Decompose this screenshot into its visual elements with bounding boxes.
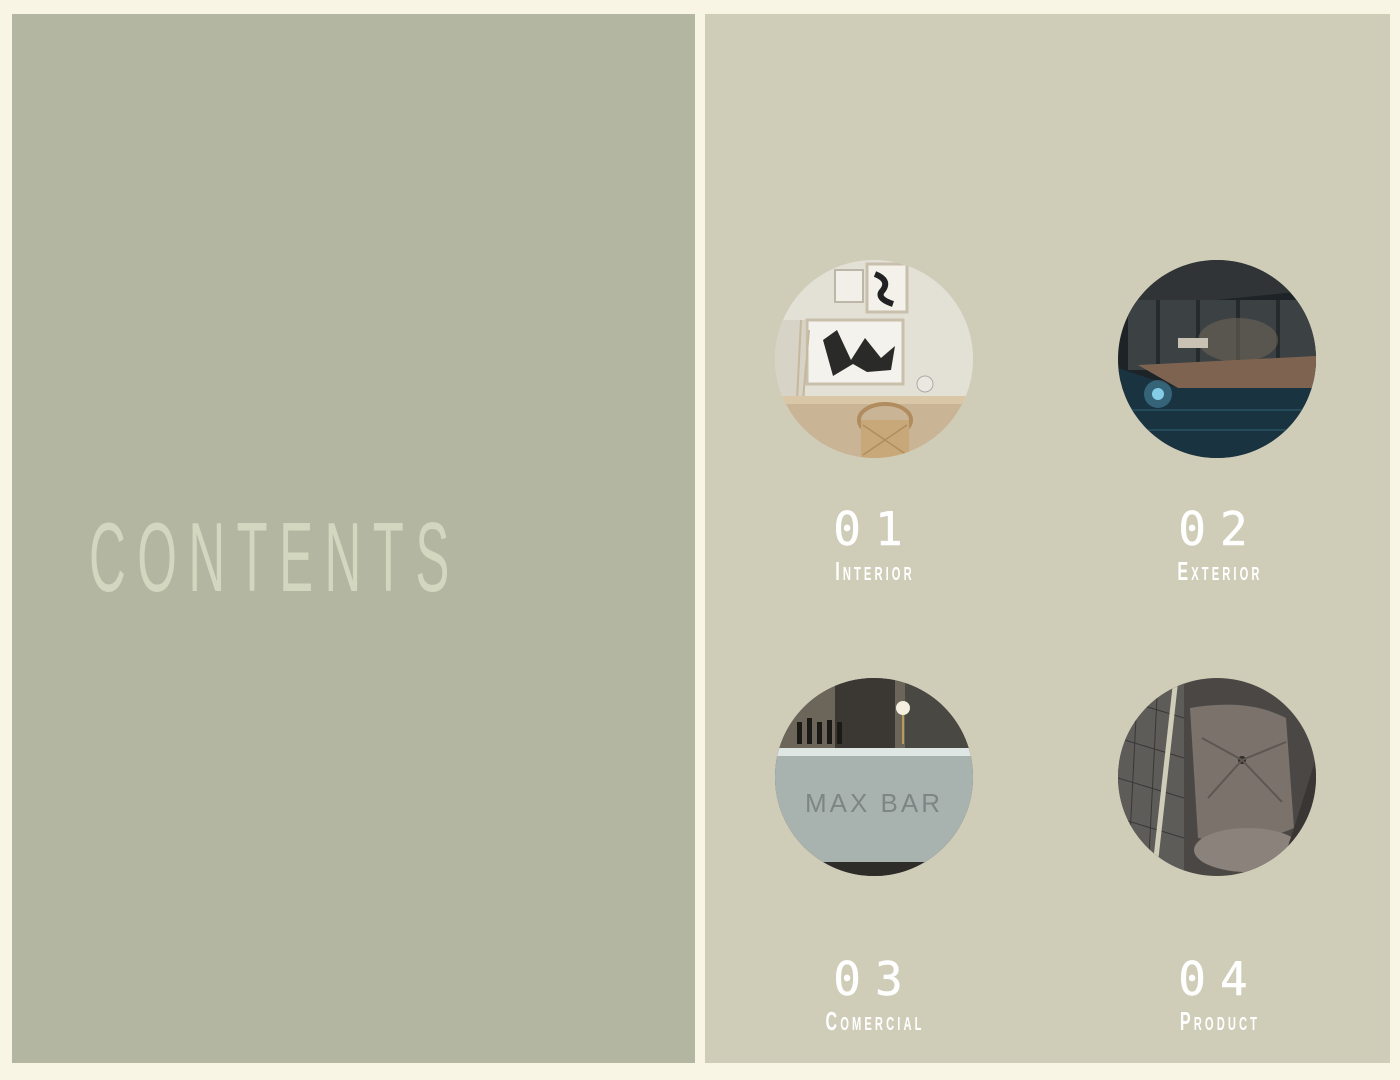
contents-title: CONTENTS: [89, 502, 461, 612]
section-number: 03: [833, 952, 917, 1006]
section-number: 04: [1178, 952, 1262, 1006]
right-panel: 01 Interior 02 Exterior MAX BAR 03 Comer…: [705, 14, 1390, 1063]
bar-sign-text: MAX BAR: [804, 788, 944, 818]
section-item-product[interactable]: 04 Product: [1060, 664, 1380, 1044]
section-label: Interior: [835, 556, 915, 586]
leather-chair-icon: [1118, 678, 1316, 876]
exterior-pool-icon: [1118, 260, 1316, 458]
section-item-comercial[interactable]: MAX BAR 03 Comercial: [710, 664, 1030, 1044]
section-number: 02: [1178, 502, 1262, 556]
interior-dining-icon: [775, 260, 973, 458]
section-number: 01: [833, 502, 917, 556]
section-item-exterior[interactable]: 02 Exterior: [1060, 260, 1380, 590]
section-item-interior[interactable]: 01 Interior: [710, 260, 1030, 590]
section-label: Comercial: [825, 1006, 925, 1036]
bar-counter-icon: MAX BAR: [775, 678, 973, 876]
left-panel: CONTENTS: [12, 14, 695, 1063]
section-label: Product: [1179, 1006, 1261, 1036]
section-label: Exterior: [1177, 556, 1263, 586]
